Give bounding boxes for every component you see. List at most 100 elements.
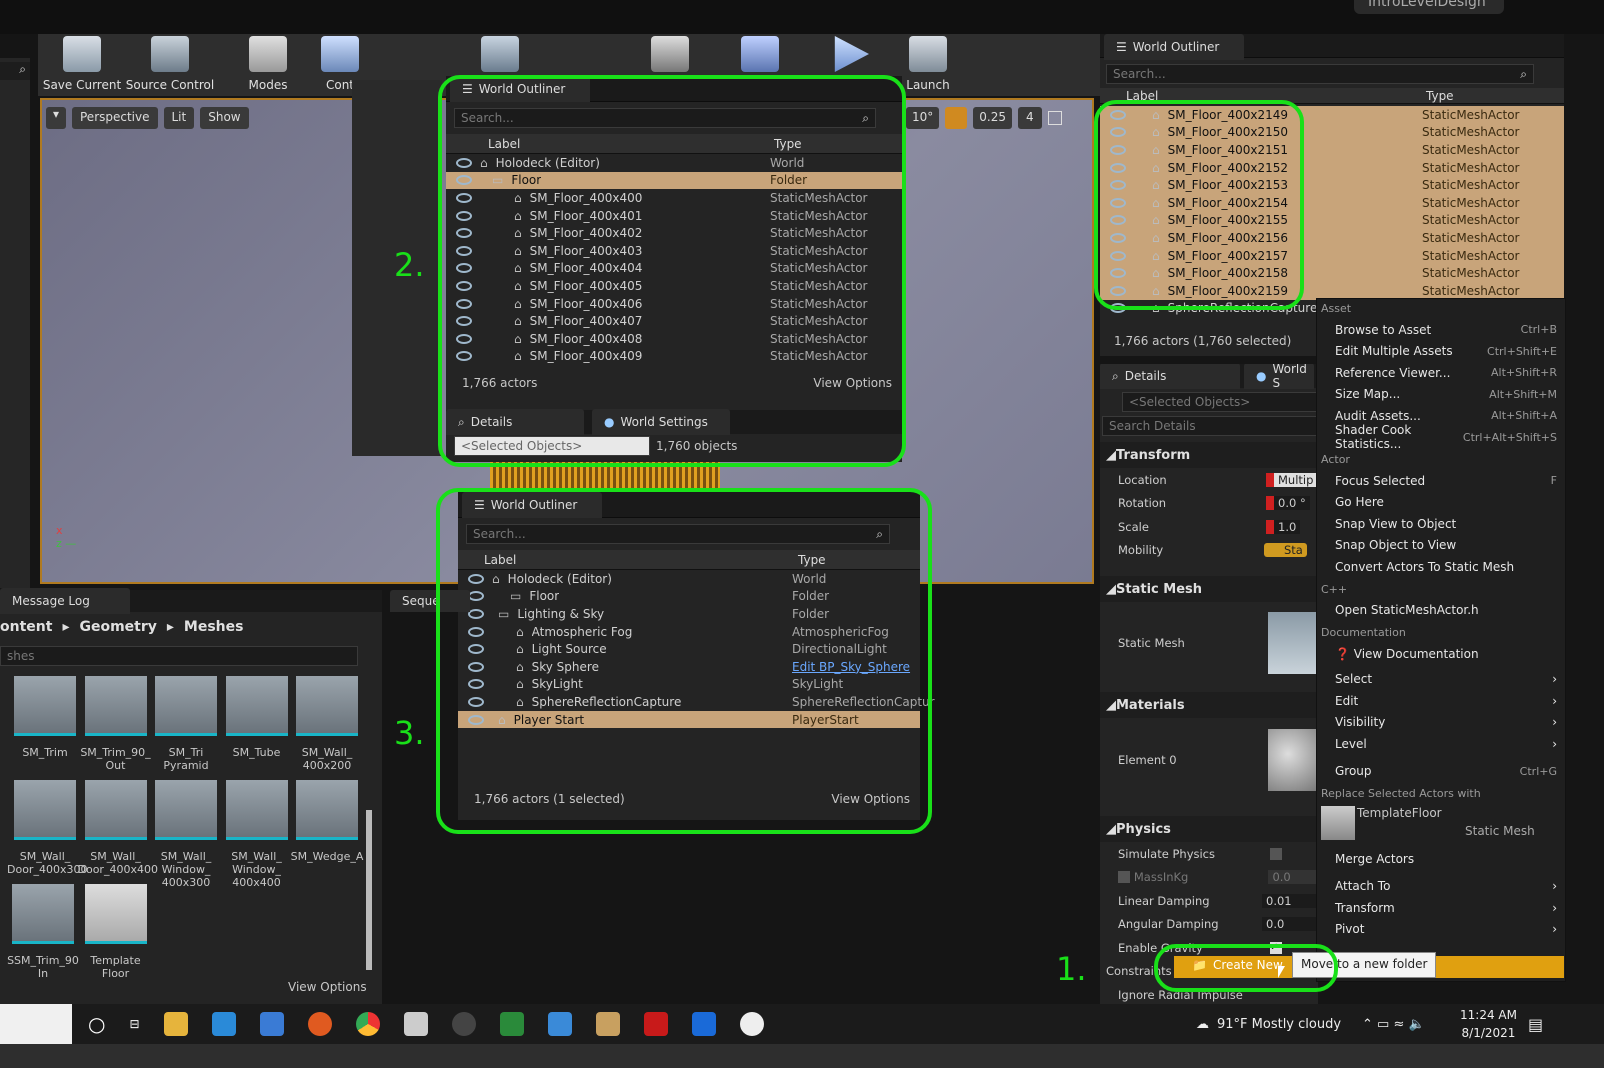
open-staticmeshactor-item[interactable]: Open StaticMeshActor.h xyxy=(1317,600,1565,622)
eye-visibility-icon[interactable] xyxy=(456,351,472,362)
asset-thumbnail[interactable] xyxy=(155,676,217,736)
asset-thumbnail[interactable] xyxy=(84,676,147,736)
angular-damping-value[interactable]: 0.0 xyxy=(1262,917,1318,932)
outliner-2-row[interactable]: ⌂ SM_Floor_400x402 StaticMeshActor xyxy=(446,224,902,242)
camera-speed[interactable]: 4 xyxy=(1018,107,1042,129)
eye-visibility-icon[interactable] xyxy=(456,316,472,327)
outliner-3-row[interactable]: ⌂ SkyLight SkyLight xyxy=(458,676,920,694)
context-menu-item[interactable]: Snap Object to View xyxy=(1317,535,1565,557)
content-view-options[interactable]: View Options xyxy=(288,980,367,994)
outliner-3-row[interactable]: ▭ Lighting & Sky Folder xyxy=(458,605,920,623)
eye-visibility-icon[interactable] xyxy=(1110,215,1126,226)
eye-visibility-icon[interactable] xyxy=(1110,144,1126,155)
eye-visibility-icon[interactable] xyxy=(456,298,472,309)
vscode-icon[interactable] xyxy=(211,1012,236,1036)
eye-visibility-icon[interactable] xyxy=(1110,162,1126,173)
outliner-main-row[interactable]: ⌂ SM_Floor_400x2154 StaticMeshActor xyxy=(1100,193,1564,212)
scale-label[interactable]: Scale xyxy=(1118,520,1266,534)
steam-icon[interactable] xyxy=(451,1012,476,1036)
eye-visibility-icon[interactable] xyxy=(1110,127,1126,138)
outliner-2-view-options[interactable]: View Options xyxy=(813,376,892,390)
unreal-icon[interactable] xyxy=(739,1012,764,1036)
materials-section[interactable]: ◢ Materials xyxy=(1100,692,1318,718)
weather-text[interactable]: 91°F Mostly cloudy xyxy=(1217,1017,1341,1032)
modes-button[interactable]: Modes xyxy=(240,36,296,92)
eye-visibility-icon[interactable] xyxy=(468,679,484,690)
eye-visibility-icon[interactable] xyxy=(456,245,472,256)
eye-visibility-icon[interactable] xyxy=(468,696,484,707)
breadcrumb-content[interactable]: ontent xyxy=(0,619,52,635)
search-icon[interactable]: ⌕ xyxy=(0,62,30,80)
outliner-2-row[interactable]: ⌂ SM_Floor_400x408 StaticMeshActor xyxy=(446,330,902,348)
group-item[interactable]: Group Ctrl+G xyxy=(1317,761,1565,783)
acrobat-icon[interactable] xyxy=(643,1012,668,1036)
rotation-label[interactable]: Rotation xyxy=(1118,496,1266,510)
outliner-main-search-input[interactable]: Search... xyxy=(1113,67,1166,81)
outliner-2-row[interactable]: ⌂ SM_Floor_400x400 StaticMeshActor xyxy=(446,189,902,207)
label-column-header[interactable]: Label xyxy=(488,137,520,151)
outliner-3-search-input[interactable]: Search... xyxy=(473,527,526,541)
save-current-button[interactable]: Save Current xyxy=(42,36,122,92)
scale-snap-icon[interactable] xyxy=(945,107,968,129)
static-mesh-thumbnail[interactable] xyxy=(1268,612,1318,674)
outliner-main-tab[interactable]: ☰ World Outliner xyxy=(1104,34,1244,60)
sequencer-tab[interactable]: Seque xyxy=(390,590,470,612)
asset-thumbnail[interactable] xyxy=(225,676,288,736)
world-settings-main-tab[interactable]: ● World S xyxy=(1244,364,1314,390)
selected-objects-field[interactable]: <Selected Objects> xyxy=(454,436,650,456)
asset-thumbnail[interactable] xyxy=(14,780,76,840)
view-documentation-item[interactable]: ❓ View Documentation xyxy=(1317,643,1565,665)
outliner-2-row[interactable]: ⌂ SM_Floor_400x403 StaticMeshActor xyxy=(446,242,902,260)
tool-icon[interactable] xyxy=(499,1012,524,1036)
eye-visibility-icon[interactable] xyxy=(468,714,484,725)
outliner-3-view-options[interactable]: View Options xyxy=(831,792,910,806)
eye-visibility-icon[interactable] xyxy=(468,644,484,655)
enable-gravity-checkbox[interactable]: ✓ xyxy=(1270,941,1282,954)
task-view-icon[interactable]: ⊟ xyxy=(129,1017,139,1031)
context-menu-item[interactable]: Attach To › xyxy=(1317,876,1565,898)
mobility-value[interactable]: Sta xyxy=(1264,543,1307,558)
outliner-main-row[interactable]: ⌂ SM_Floor_400x2152 StaticMeshActor xyxy=(1100,158,1564,177)
context-menu-item[interactable]: Focus Selected F xyxy=(1317,470,1565,492)
eye-visibility-icon[interactable] xyxy=(456,228,472,239)
outliner-main-row[interactable]: ⌂ SM_Floor_400x2156 StaticMeshActor xyxy=(1100,229,1564,247)
asset-search-input[interactable]: shes xyxy=(0,646,358,666)
details-tab[interactable]: ⌕ Details xyxy=(446,409,584,435)
constraints-label[interactable]: Constraints xyxy=(1106,964,1172,978)
cinematics-icon[interactable] xyxy=(650,36,690,78)
outliner-3-row[interactable]: ⌂ Player Start PlayerStart xyxy=(458,710,920,729)
show-button[interactable]: Show xyxy=(200,107,249,129)
clock-date[interactable]: 8/1/2021 xyxy=(1460,1024,1517,1042)
scale-value[interactable]: 1.0 xyxy=(1266,519,1301,534)
outliner-2-row[interactable]: ⌂ SM_Floor_400x404 StaticMeshActor xyxy=(446,260,902,278)
ubuntu-icon[interactable] xyxy=(307,1012,332,1036)
breadcrumb-geometry[interactable]: Geometry xyxy=(79,619,156,635)
linear-damping-value[interactable]: 0.01 xyxy=(1262,893,1318,908)
eye-visibility-icon[interactable] xyxy=(456,175,472,186)
chrome-icon[interactable] xyxy=(355,1012,380,1036)
outliner-2-row[interactable]: ▭ Floor Folder xyxy=(446,171,902,190)
snap-angle[interactable]: 10° xyxy=(906,107,940,129)
label-column-header[interactable]: Label xyxy=(1126,89,1158,103)
eye-visibility-icon[interactable] xyxy=(456,192,472,203)
eye-visibility-icon[interactable] xyxy=(456,210,472,221)
blueprints-icon[interactable] xyxy=(480,36,520,78)
eye-visibility-icon[interactable] xyxy=(456,263,472,274)
mass-value[interactable]: 0.0 xyxy=(1268,870,1318,885)
context-menu-item[interactable]: Select › xyxy=(1317,669,1565,691)
message-log-tab[interactable]: Message Log xyxy=(0,588,130,614)
lit-button[interactable]: Lit xyxy=(163,107,195,129)
merge-actors-item[interactable]: Merge Actors xyxy=(1317,848,1565,870)
asset-thumbnail[interactable] xyxy=(296,780,358,840)
transform-section[interactable]: ◢ Transform xyxy=(1100,442,1318,468)
asset-scrollbar[interactable] xyxy=(366,810,372,970)
context-menu-item[interactable]: Snap View to Object xyxy=(1317,513,1565,535)
perspective-button[interactable]: Perspective xyxy=(72,107,158,129)
location-label[interactable]: Location xyxy=(1118,473,1266,487)
outliner-2-row[interactable]: ⌂ SM_Floor_400x406 StaticMeshActor xyxy=(446,295,902,313)
asset-thumbnail[interactable] xyxy=(155,780,217,840)
asset-thumbnail[interactable] xyxy=(84,884,147,944)
eye-visibility-icon[interactable] xyxy=(456,157,472,168)
outliner-2-search-input[interactable]: Search... xyxy=(461,111,514,125)
launch-button[interactable]: Launch xyxy=(900,36,956,92)
